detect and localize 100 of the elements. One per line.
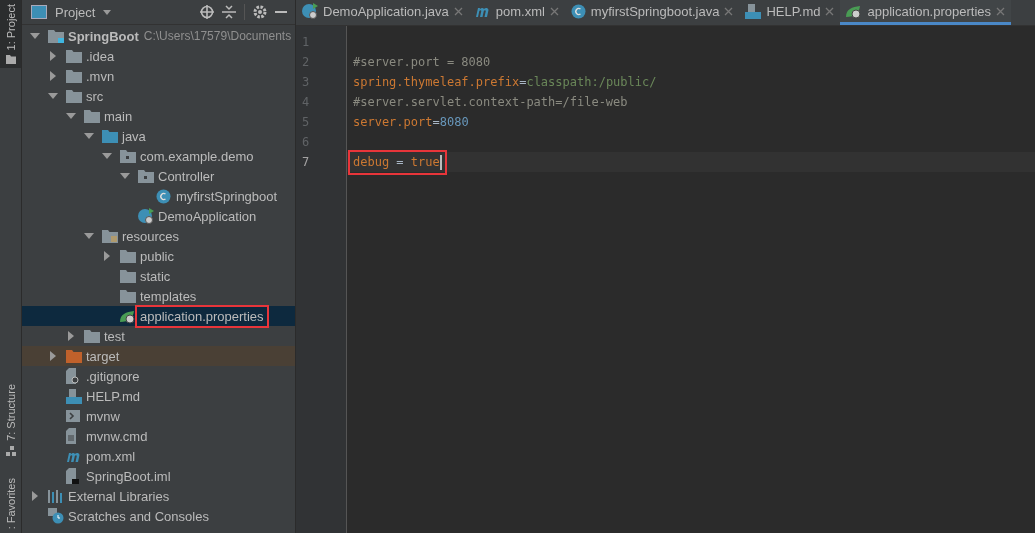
- item-label: SpringBoot.iml: [85, 467, 172, 485]
- collapsed-arrow-icon[interactable]: [102, 251, 112, 261]
- caret-icon[interactable]: [103, 9, 112, 15]
- tree-item[interactable]: application.properties: [22, 306, 295, 326]
- libraries-icon: [48, 489, 64, 503]
- tree-item[interactable]: mvnw.cmd: [22, 426, 295, 446]
- expanded-arrow-icon[interactable]: [84, 231, 94, 241]
- tree-item[interactable]: myfirstSpringboot: [22, 186, 295, 206]
- editor-tab[interactable]: DemoApplication.java: [296, 0, 469, 25]
- editor-tab[interactable]: application.properties: [840, 0, 1012, 25]
- collapsed-arrow-icon[interactable]: [30, 491, 40, 501]
- terminal-icon: [66, 410, 80, 422]
- tree-item[interactable]: resources: [22, 226, 295, 246]
- expanded-arrow-icon[interactable]: [120, 171, 130, 181]
- item-label: main: [103, 107, 134, 125]
- code-line: spring.thymeleaf.prefix=classpath:/public/: [352, 74, 658, 91]
- tool-window-tab[interactable]: : Favorites: [0, 473, 21, 533]
- editor-tab[interactable]: myfirstSpringboot.java: [564, 0, 740, 25]
- markdown-file-icon: [745, 3, 762, 19]
- editor-tab[interactable]: HELP.md: [739, 0, 841, 25]
- m-letter-icon: [474, 5, 491, 17]
- code-line: #server.servlet.context-path=/file-web: [352, 94, 629, 111]
- tree-item[interactable]: public: [22, 246, 295, 266]
- tree-item[interactable]: src: [22, 86, 295, 106]
- file-icon: [66, 468, 79, 484]
- collapsed-arrow-icon[interactable]: [66, 331, 76, 341]
- tree-item[interactable]: com.example.demo: [22, 146, 295, 166]
- item-label: .idea: [85, 47, 116, 65]
- item-label: target: [85, 347, 121, 365]
- close-icon[interactable]: [549, 6, 559, 16]
- text-caret: [439, 154, 442, 170]
- tree-item[interactable]: .idea: [22, 46, 295, 66]
- tool-window-tab[interactable]: 1: Project: [0, 0, 21, 69]
- structure-icon: [5, 445, 16, 456]
- item-label: SpringBoot: [67, 27, 140, 45]
- close-icon[interactable]: [996, 6, 1006, 16]
- item-label: test: [103, 327, 126, 345]
- folder-icon: [138, 169, 154, 183]
- folder-icon: [120, 249, 136, 263]
- tree-item[interactable]: main: [22, 106, 295, 126]
- tree-item[interactable]: SpringBoot C:\Users\17579\Documents: [22, 26, 295, 46]
- item-label: templates: [139, 287, 198, 305]
- tree-item[interactable]: target: [22, 346, 295, 366]
- collapsed-arrow-icon[interactable]: [48, 351, 58, 361]
- line-number: 7: [301, 155, 311, 169]
- item-label: Controller: [157, 167, 216, 185]
- collapsed-arrow-icon[interactable]: [48, 71, 58, 81]
- expanded-arrow-icon[interactable]: [84, 131, 94, 141]
- class-icon: [156, 188, 171, 204]
- collapse-all-icon[interactable]: [222, 5, 236, 19]
- leaf-gear-icon: [846, 3, 863, 19]
- file-icon: [66, 428, 79, 444]
- close-icon[interactable]: [825, 6, 835, 16]
- class-gear-icon: [302, 3, 318, 19]
- locate-icon[interactable]: [200, 5, 214, 19]
- expanded-arrow-icon[interactable]: [66, 111, 76, 121]
- panel-title[interactable]: Project: [55, 4, 96, 20]
- tree-item[interactable]: templates: [22, 286, 295, 306]
- tree-item[interactable]: mvnw: [22, 406, 295, 426]
- item-label: com.example.demo: [139, 147, 255, 165]
- item-label: public: [139, 247, 175, 265]
- tree-item[interactable]: External Libraries: [22, 486, 295, 506]
- item-label: application.properties: [138, 307, 266, 325]
- expanded-arrow-icon[interactable]: [102, 151, 112, 161]
- tree-item[interactable]: pom.xml: [22, 446, 295, 466]
- item-label: pom.xml: [85, 447, 137, 465]
- tree-item[interactable]: SpringBoot.iml: [22, 466, 295, 486]
- expanded-arrow-icon[interactable]: [30, 31, 40, 41]
- code-line: server.port=8080: [352, 114, 470, 131]
- code-line: debug = true: [351, 152, 444, 172]
- item-label: java: [120, 127, 147, 145]
- item-label: External Libraries: [67, 487, 171, 505]
- tool-window-tab[interactable]: 7: Structure: [0, 379, 21, 460]
- tree-item[interactable]: HELP.md: [22, 386, 295, 406]
- collapsed-arrow-icon[interactable]: [48, 51, 58, 61]
- panel-icon: [31, 5, 47, 19]
- folder-icon: [120, 149, 136, 163]
- tree-item[interactable]: java: [22, 126, 295, 146]
- markdown-file-icon: [66, 388, 82, 404]
- close-icon[interactable]: [453, 6, 463, 16]
- folder-icon: [66, 69, 82, 83]
- tree-item[interactable]: test: [22, 326, 295, 346]
- item-label: .gitignore: [85, 367, 141, 385]
- folder-icon: [84, 329, 100, 343]
- tree-item[interactable]: Scratches and Consoles: [22, 506, 295, 526]
- item-label: Scratches and Consoles: [67, 507, 210, 525]
- tree-item[interactable]: DemoApplication: [22, 206, 295, 226]
- folder-icon: [66, 89, 82, 103]
- item-label: resources: [121, 227, 181, 245]
- folder-icon: [102, 229, 118, 243]
- tree-item[interactable]: .gitignore: [22, 366, 295, 386]
- expanded-arrow-icon[interactable]: [48, 91, 58, 101]
- tree-item[interactable]: Controller: [22, 166, 295, 186]
- settings-icon[interactable]: [253, 5, 267, 19]
- class-gear-icon: [138, 208, 154, 224]
- tree-item[interactable]: static: [22, 266, 295, 286]
- tree-item[interactable]: .mvn: [22, 66, 295, 86]
- editor-tab[interactable]: pom.xml: [468, 0, 565, 25]
- item-label: src: [85, 87, 105, 105]
- close-icon[interactable]: [724, 6, 734, 16]
